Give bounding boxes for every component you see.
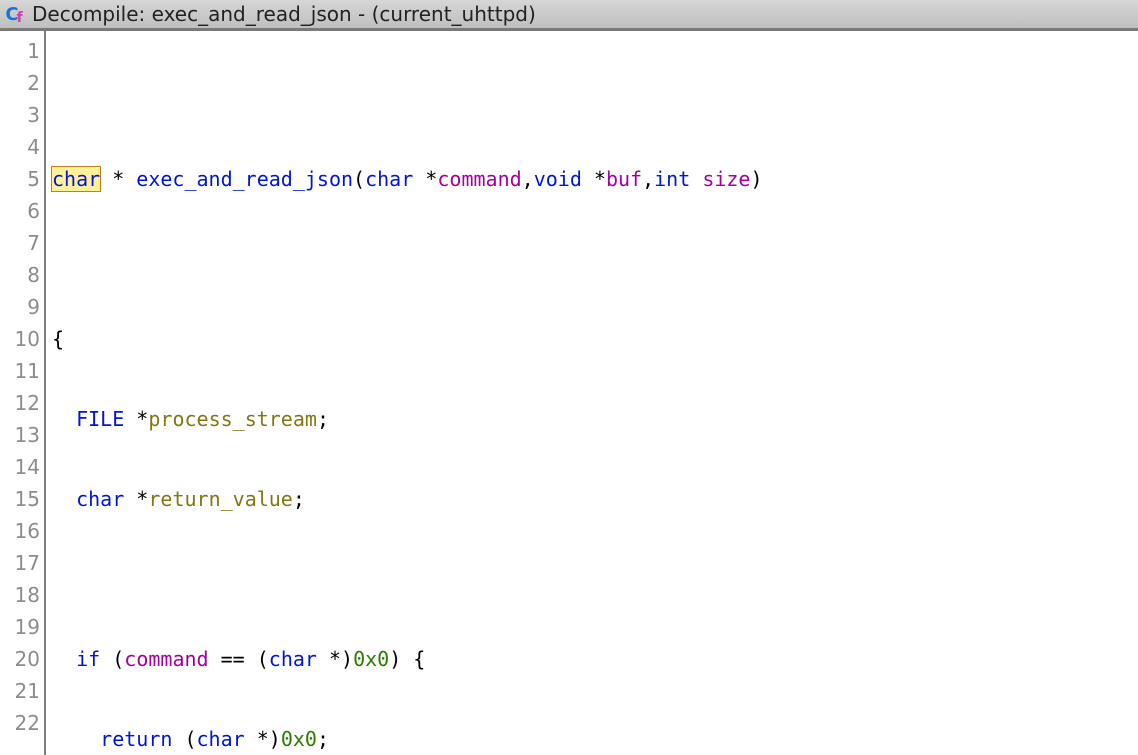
line-number[interactable]: 22 [0, 707, 40, 739]
code-line[interactable] [52, 83, 967, 115]
line-number[interactable]: 12 [0, 387, 40, 419]
line-number[interactable]: 11 [0, 355, 40, 387]
line-number[interactable]: 21 [0, 675, 40, 707]
window-titlebar[interactable]: Cf Decompile: exec_and_read_json - (curr… [0, 0, 1138, 31]
code-view[interactable]: char * exec_and_read_json(char *command,… [46, 31, 967, 755]
line-number[interactable]: 19 [0, 611, 40, 643]
line-number[interactable]: 15 [0, 483, 40, 515]
code-line[interactable] [52, 243, 967, 275]
code-line[interactable]: if (command == (char *)0x0) { [52, 643, 967, 675]
code-line[interactable]: FILE *process_stream; [52, 403, 967, 435]
line-number[interactable]: 5 [0, 163, 40, 195]
window-title-text: Decompile: exec_and_read_json - (current… [32, 2, 536, 26]
line-number[interactable]: 7 [0, 227, 40, 259]
line-number[interactable]: 17 [0, 547, 40, 579]
line-number[interactable]: 13 [0, 419, 40, 451]
line-number[interactable]: 2 [0, 67, 40, 99]
line-number[interactable]: 8 [0, 259, 40, 291]
code-area: 1 2 3 4 5 6 7 8 9 10 11 12 13 14 15 16 1… [0, 31, 1138, 755]
line-number[interactable]: 6 [0, 195, 40, 227]
line-number[interactable]: 9 [0, 291, 40, 323]
decompile-icon: Cf [4, 3, 26, 25]
line-number-gutter[interactable]: 1 2 3 4 5 6 7 8 9 10 11 12 13 14 15 16 1… [0, 31, 46, 755]
line-number[interactable]: 3 [0, 99, 40, 131]
line-number[interactable]: 14 [0, 451, 40, 483]
line-number[interactable]: 18 [0, 579, 40, 611]
code-line[interactable]: char *return_value; [52, 483, 967, 515]
code-line[interactable]: char * exec_and_read_json(char *command,… [52, 163, 967, 195]
line-number[interactable]: 4 [0, 131, 40, 163]
code-line[interactable]: { [52, 323, 967, 355]
line-number[interactable]: 1 [0, 35, 40, 67]
line-number[interactable]: 20 [0, 643, 40, 675]
line-number[interactable]: 10 [0, 323, 40, 355]
code-line[interactable]: return (char *)0x0; [52, 723, 967, 755]
code-line[interactable] [52, 563, 967, 595]
line-number[interactable]: 16 [0, 515, 40, 547]
